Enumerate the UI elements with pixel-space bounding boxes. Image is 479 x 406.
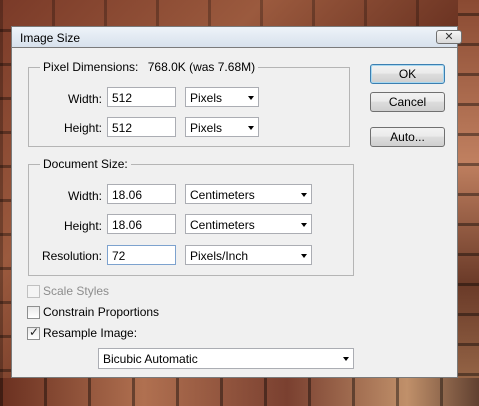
constrain-proportions-checkbox[interactable]: [27, 306, 40, 319]
pixel-dimensions-legend: Pixel Dimensions: 768.0K (was 7.68M): [40, 60, 259, 74]
pixel-width-label: Width:: [67, 92, 102, 106]
background-brick-wall: [458, 0, 479, 406]
pixel-height-label: Height:: [63, 121, 102, 135]
document-width-unit-select[interactable]: Centimeters: [185, 184, 312, 204]
document-width-label: Width:: [67, 189, 102, 203]
resample-method-select[interactable]: Bicubic Automatic: [98, 348, 354, 369]
resolution-unit-value: Pixels/Inch: [190, 249, 249, 263]
resolution-unit-select[interactable]: Pixels/Inch: [185, 245, 312, 265]
resample-image-checkbox[interactable]: ✓: [27, 325, 40, 340]
resample-method-value: Bicubic Automatic: [103, 352, 198, 366]
pixel-height-unit-select[interactable]: Pixels: [185, 117, 259, 137]
cancel-button[interactable]: Cancel: [370, 92, 445, 112]
chevron-down-icon: [301, 223, 307, 227]
auto-button[interactable]: Auto...: [370, 127, 445, 147]
dialog-title: Image Size: [20, 31, 81, 45]
document-size-legend: Document Size:: [40, 157, 131, 171]
checkmark-icon: ✓: [29, 325, 40, 339]
pixel-width-unit-select[interactable]: Pixels: [185, 87, 259, 107]
scale-styles-label: Scale Styles: [43, 284, 110, 298]
document-height-label: Height:: [63, 219, 102, 233]
document-height-input[interactable]: 18.06: [107, 214, 176, 234]
chevron-down-icon: [301, 193, 307, 197]
dialog-titlebar[interactable]: Image Size ✕: [11, 26, 462, 48]
document-height-unit-value: Centimeters: [190, 218, 255, 232]
pixel-height-input[interactable]: 512: [107, 117, 176, 137]
document-height-unit-select[interactable]: Centimeters: [185, 214, 312, 234]
pixel-dimensions-value: 768.0K (was 7.68M): [147, 60, 256, 74]
pixel-height-unit-value: Pixels: [190, 121, 223, 135]
resolution-input[interactable]: 72: [107, 245, 176, 265]
chevron-down-icon: [301, 254, 307, 258]
constrain-proportions-label[interactable]: Constrain Proportions: [43, 305, 159, 319]
chevron-down-icon: [343, 357, 349, 361]
document-size-label: Document Size:: [43, 157, 128, 171]
pixel-width-input[interactable]: 512: [107, 87, 176, 107]
close-icon: ✕: [444, 31, 454, 43]
chevron-down-icon: [248, 96, 254, 100]
resample-image-label[interactable]: Resample Image:: [43, 326, 137, 340]
document-width-input[interactable]: 18.06: [107, 184, 176, 204]
document-width-unit-value: Centimeters: [190, 188, 255, 202]
pixel-width-unit-value: Pixels: [190, 91, 223, 105]
pixel-dimensions-label: Pixel Dimensions:: [43, 60, 139, 74]
scale-styles-checkbox: [27, 285, 40, 298]
ok-button[interactable]: OK: [370, 64, 445, 84]
background-brick-wall-bottom: [0, 378, 479, 406]
chevron-down-icon: [248, 126, 254, 130]
resolution-label: Resolution:: [41, 249, 102, 263]
close-button[interactable]: ✕: [436, 30, 462, 44]
